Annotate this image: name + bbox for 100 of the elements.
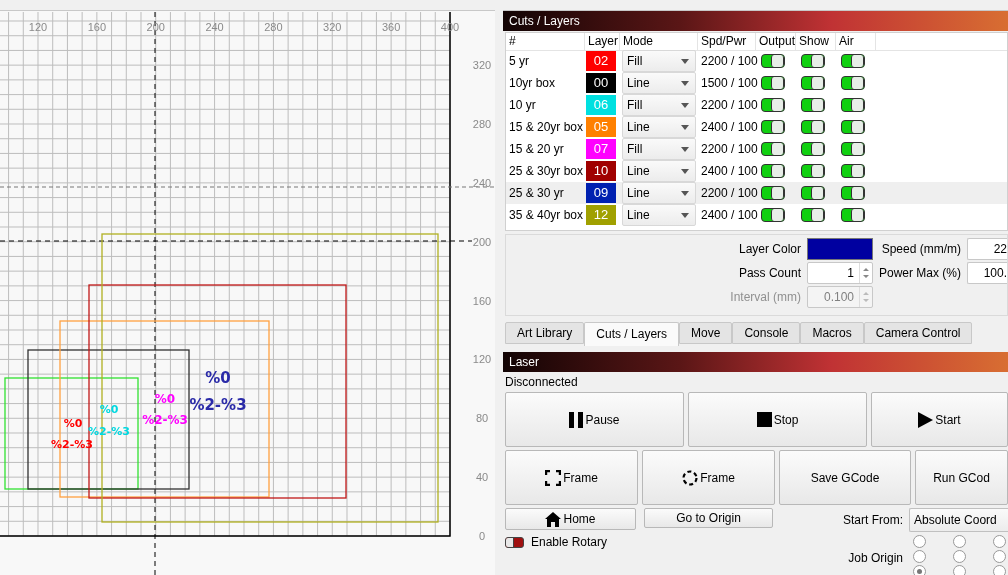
mode-dropdown[interactable]: Line (622, 204, 696, 226)
radio-button[interactable] (913, 565, 926, 575)
column-header: # (506, 33, 585, 51)
mode-dropdown[interactable]: Fill (622, 138, 696, 160)
ruler-label: 240 (472, 176, 492, 189)
house-icon (545, 511, 562, 527)
rotary-toggle[interactable] (505, 536, 524, 548)
layer-swatch[interactable]: 10 (586, 161, 616, 181)
toggle-switch[interactable] (841, 98, 865, 112)
ruler-label: 280 (264, 21, 283, 33)
radio-button[interactable] (993, 565, 1006, 575)
table-cell-text: 2200 / 100 (700, 186, 756, 200)
radio-button[interactable] (993, 550, 1006, 563)
radio-button[interactable] (993, 535, 1006, 548)
toggle-switch[interactable] (841, 54, 865, 68)
field-label: Start From: (842, 513, 903, 527)
toggle-switch[interactable] (761, 142, 785, 156)
dropdown-caret-icon (681, 190, 689, 196)
column-header: Output (756, 33, 796, 51)
mode-dropdown[interactable]: Line (622, 72, 696, 94)
toggle-switch[interactable] (841, 76, 865, 90)
toggle-switch[interactable] (761, 120, 785, 134)
toggle-switch[interactable] (801, 164, 825, 178)
mode-dropdown[interactable]: Line (622, 116, 696, 138)
table-cell-text: 2200 / 100 (700, 54, 756, 68)
toggle-switch[interactable] (801, 120, 825, 134)
ruler-label: 360 (381, 21, 401, 33)
layer-swatch[interactable]: 00 (586, 73, 616, 93)
start-from-dropdown[interactable]: Absolute Coord (909, 508, 1008, 532)
power-field[interactable]: 100. (967, 262, 1007, 284)
stop-button[interactable]: Stop (688, 392, 867, 447)
ruler-label: 280 (472, 118, 492, 130)
tab[interactable]: Macros (800, 322, 864, 344)
table-cell-text: 2200 / 100 (700, 142, 756, 156)
tab[interactable]: Cuts / Layers (584, 322, 680, 346)
tab[interactable]: Camera Control (863, 322, 973, 344)
radio-button[interactable] (953, 550, 966, 563)
column-header: Air (836, 33, 876, 51)
layer-row[interactable]: 25 & 30 yr 09 Line 2200 / 100 (506, 182, 1007, 204)
radio-button[interactable] (913, 535, 926, 548)
ruler-label: 160 (87, 21, 107, 33)
toggle-switch[interactable] (761, 98, 785, 112)
toggle-switch[interactable] (761, 186, 785, 200)
play-icon (918, 411, 934, 428)
layer-row[interactable]: 10 yr 06 Fill 2200 / 100 (506, 94, 1007, 116)
toggle-switch[interactable] (801, 208, 825, 222)
tab[interactable]: Move (679, 322, 733, 344)
gcode-button[interactable]: Save GCode (779, 450, 911, 505)
toggle-switch[interactable] (801, 54, 825, 68)
toggle-switch[interactable] (801, 98, 825, 112)
toggle-switch[interactable] (761, 76, 785, 90)
ruler-label: 320 (323, 21, 342, 33)
table-cell-text: 2400 / 100 (700, 120, 756, 134)
layer-row[interactable]: 5 yr 02 Fill 2200 / 100 (506, 50, 1007, 72)
layer-row[interactable]: 15 & 20 yr 07 Fill 2200 / 100 (506, 138, 1007, 160)
canvas-text: %0 (63, 417, 83, 430)
tab[interactable]: Console (732, 322, 801, 344)
toggle-switch[interactable] (761, 164, 785, 178)
radio-button[interactable] (913, 550, 926, 563)
toggle-switch[interactable] (841, 120, 865, 134)
color-picker[interactable] (807, 238, 873, 260)
toggle-switch[interactable] (841, 186, 865, 200)
layer-row[interactable]: 10yr box 00 Line 1500 / 100 (506, 72, 1007, 94)
mode-dropdown[interactable]: Line (622, 182, 696, 204)
home-button[interactable]: Home (505, 508, 636, 530)
spinner-arrows-icon[interactable] (859, 263, 872, 283)
panel-title: Laser (503, 352, 1008, 372)
toggle-switch[interactable] (801, 76, 825, 90)
toggle-switch[interactable] (761, 54, 785, 68)
toggle-switch[interactable] (761, 208, 785, 222)
pass-count-field[interactable]: 1 (807, 262, 873, 284)
toggle-switch[interactable] (841, 142, 865, 156)
go-to-origin-button[interactable]: Go to Origin (644, 508, 773, 528)
dropdown-caret-icon (681, 58, 689, 64)
mode-dropdown[interactable]: Line (622, 160, 696, 182)
start-button[interactable]: Start (871, 392, 1008, 447)
toggle-switch[interactable] (801, 142, 825, 156)
canvas-text: %2-%3 (189, 396, 247, 414)
gcode-button[interactable]: Run GCod (915, 450, 1008, 505)
radio-button[interactable] (953, 565, 966, 575)
frame-button[interactable]: Frame (505, 450, 638, 505)
layer-row[interactable]: 15 & 20yr box 05 Line 2400 / 100 (506, 116, 1007, 138)
toggle-switch[interactable] (841, 164, 865, 178)
radio-button[interactable] (953, 535, 966, 548)
frame-button[interactable]: Frame (642, 450, 775, 505)
layer-swatch[interactable]: 09 (586, 183, 616, 203)
layer-row[interactable]: 35 & 40yr box 12 Line 2400 / 100 (506, 204, 1007, 226)
ruler-label: 200 (146, 21, 165, 33)
tab[interactable]: Art Library (505, 322, 585, 344)
layer-row[interactable]: 25 & 30yr box 10 Line 2400 / 100 (506, 160, 1007, 182)
toggle-switch[interactable] (841, 208, 865, 222)
dropdown-caret-icon (681, 146, 689, 152)
pause-button[interactable]: Pause (505, 392, 684, 447)
toggle-switch[interactable] (801, 186, 825, 200)
dashed-circle-icon (682, 469, 699, 486)
field-label: Power Max (%) (879, 266, 961, 280)
speed-field[interactable]: 22 (967, 238, 1007, 260)
mode-dropdown[interactable]: Fill (622, 94, 696, 116)
mode-dropdown[interactable]: Fill (622, 50, 696, 72)
layer-swatch[interactable]: 02 (586, 51, 616, 71)
